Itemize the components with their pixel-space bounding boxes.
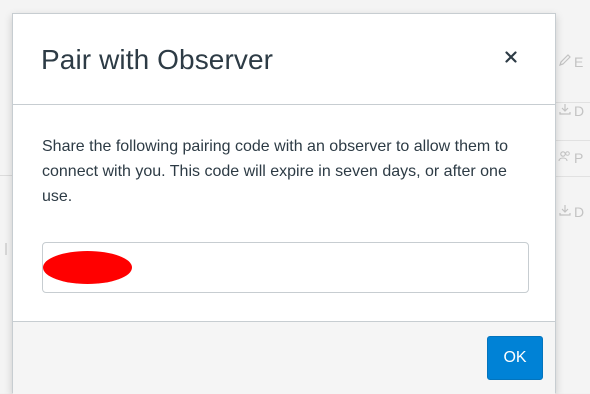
close-button[interactable] xyxy=(497,44,525,72)
background-menu-item: E xyxy=(558,47,583,77)
people-icon xyxy=(558,149,572,167)
pairing-code-field[interactable] xyxy=(42,242,529,293)
background-divider xyxy=(0,175,12,176)
background-mark xyxy=(5,243,7,255)
download-icon xyxy=(558,203,572,221)
dialog-footer: OK xyxy=(13,321,555,394)
ok-button[interactable]: OK xyxy=(487,336,543,380)
background-divider xyxy=(556,140,590,141)
pencil-icon xyxy=(558,53,572,71)
background-menu-item: P xyxy=(558,143,583,173)
background-menu-item: D xyxy=(558,96,584,126)
background-divider xyxy=(556,176,590,177)
redaction-mark xyxy=(43,251,132,284)
pairing-instructions: Share the following pairing code with an… xyxy=(42,138,509,205)
download-icon xyxy=(558,102,572,120)
dialog-header: Pair with Observer xyxy=(13,14,555,105)
close-icon xyxy=(505,50,517,66)
pair-with-observer-dialog: Pair with Observer Share the following p… xyxy=(12,13,556,394)
background-menu-item: D xyxy=(558,197,584,227)
dialog-title: Pair with Observer xyxy=(41,44,274,75)
